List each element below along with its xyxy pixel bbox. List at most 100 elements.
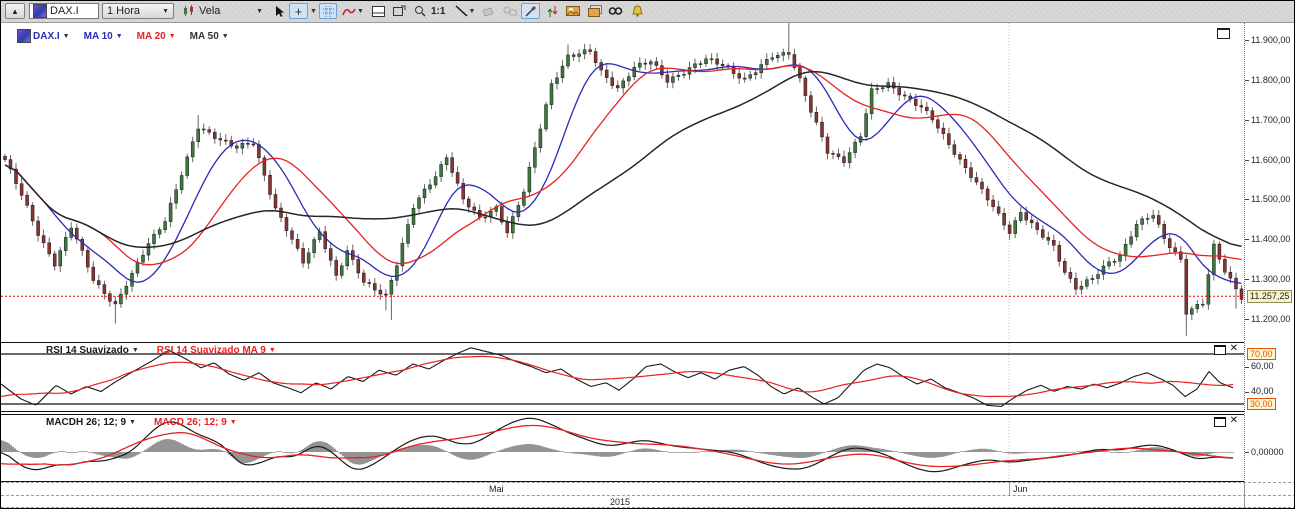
line-tools-button[interactable]: ▼: [453, 3, 477, 19]
rsi-legend[interactable]: RSI 14 Suavizado▼: [46, 345, 139, 356]
panel-layout-button[interactable]: [369, 3, 387, 19]
legend-instrument-label: DAX.I: [33, 31, 60, 42]
rsi-ma-legend[interactable]: RSI 14 Suavizado MA 9▼: [157, 345, 276, 356]
eraser-icon: [483, 6, 496, 17]
chevron-down-icon: ▼: [230, 419, 237, 426]
price-tick-label: 11.900,00: [1251, 35, 1290, 45]
macd-legend[interactable]: MACD 26; 12; 9▼: [154, 417, 237, 428]
axis-tick-mark: [1245, 120, 1249, 121]
chevron-down-icon: ▼: [63, 33, 70, 40]
collapse-toolbar-button[interactable]: ▲: [5, 3, 25, 19]
rsi-line: [1, 348, 1233, 407]
crosshair-options-button[interactable]: ▼: [309, 3, 317, 19]
price-tick-label: 11.200,00: [1251, 314, 1290, 324]
legend-ma50[interactable]: MA 50▼: [190, 31, 229, 42]
chart-type-select[interactable]: Vela ▼: [179, 3, 267, 19]
last-price-tag: 11.257,25: [1247, 290, 1292, 303]
ma-line-20: [5, 66, 1242, 265]
legend-ma20[interactable]: MA 20▼: [137, 31, 176, 42]
time-axis-year-row: 2015: [1, 495, 1295, 508]
price-tick-label: 11.800,00: [1251, 75, 1290, 85]
price-axis[interactable]: 11.900,0011.800,0011.700,0011.600,0011.5…: [1244, 23, 1295, 482]
link-icon: [608, 6, 623, 16]
rsi-level-label: 30,00: [1247, 398, 1276, 410]
macd-panel[interactable]: MACDH 26; 12; 9▼ MACD 26; 12; 9▼ ✕: [1, 414, 1244, 482]
copy-image-button[interactable]: [586, 3, 603, 19]
year-label: 2015: [610, 497, 630, 507]
month-label: Mai: [489, 484, 504, 494]
chevron-down-icon: ▼: [269, 347, 276, 354]
bell-icon: [632, 5, 643, 17]
legend-ma50-label: MA 50: [190, 31, 219, 42]
pointer-tool-button[interactable]: [271, 3, 288, 19]
chart-type-value: Vela: [199, 5, 220, 17]
grid-toggle-button[interactable]: [319, 3, 337, 19]
crosshair-icon: +: [295, 4, 303, 19]
axis-tick-mark: [1245, 367, 1249, 368]
chevron-down-icon: ▼: [222, 33, 229, 40]
chart-window: ▲ DAX.I 1 Hora ▼ Vela ▼ + ▼ ▼: [0, 0, 1295, 509]
eraser-button[interactable]: [481, 3, 498, 19]
crosshair-tool-button[interactable]: +: [289, 3, 308, 19]
main-chart-panel[interactable]: DAX.I▼ MA 10▼ MA 20▼ MA 50▼: [1, 23, 1244, 341]
toolbar: ▲ DAX.I 1 Hora ▼ Vela ▼ + ▼ ▼: [1, 1, 1294, 23]
ma-line-50: [5, 72, 1242, 248]
macd-zero-label: 0,00000: [1251, 447, 1284, 457]
panel-layout-icon: [372, 6, 385, 17]
time-axis[interactable]: MaiJun 2015: [1, 482, 1295, 508]
shapes-icon: [503, 5, 517, 17]
chevron-down-icon: ▼: [169, 33, 176, 40]
legend-instrument[interactable]: DAX.I▼: [17, 29, 70, 43]
candle-wicks: [5, 23, 1242, 336]
macd-signal-line: [1, 426, 1233, 467]
legend-ma20-label: MA 20: [137, 31, 166, 42]
axis-tick-mark: [1245, 319, 1249, 320]
restore-window-icon[interactable]: [1217, 28, 1230, 39]
axis-tick-mark: [1245, 199, 1249, 200]
link-button[interactable]: [607, 3, 624, 19]
macd-legend-label: MACD 26; 12; 9: [154, 417, 227, 428]
shapes-button[interactable]: [501, 3, 518, 19]
legend-ma10[interactable]: MA 10▼: [84, 31, 123, 42]
axis-tick-mark: [1245, 40, 1249, 41]
indicators-icon: [342, 6, 356, 17]
measure-tool-button[interactable]: [521, 3, 540, 19]
alert-button[interactable]: [629, 3, 646, 19]
indicators-button[interactable]: ▼: [341, 3, 365, 19]
up-arrow-icon: ▲: [11, 7, 19, 16]
rsi-level-label: 40,00: [1251, 386, 1274, 396]
chevron-down-icon: ▼: [162, 8, 169, 15]
close-panel-icon[interactable]: ✕: [1230, 417, 1238, 427]
legend-ma10-label: MA 10: [84, 31, 113, 42]
instrument-icon: [17, 29, 31, 43]
timeframe-select[interactable]: 1 Hora ▼: [102, 3, 174, 19]
candlestick-chart: [1, 23, 1244, 341]
close-panel-icon[interactable]: ✕: [1230, 345, 1238, 355]
chevron-down-icon: ▼: [116, 33, 123, 40]
timeframe-value: 1 Hora: [107, 5, 140, 17]
zoom-area-button[interactable]: [390, 3, 408, 19]
axis-tick-mark: [1245, 239, 1249, 240]
rsi-ma-line: [1, 356, 1233, 396]
magnifier-icon: [414, 5, 426, 17]
zoom-button[interactable]: [411, 3, 429, 19]
maximize-panel-icon[interactable]: [1214, 345, 1226, 355]
rsi-panel[interactable]: RSI 14 Suavizado▼ RSI 14 Suavizado MA 9▼…: [1, 342, 1244, 412]
macd-histogram: [1, 439, 1233, 465]
save-image-button[interactable]: [564, 3, 581, 19]
maximize-panel-icon[interactable]: [1214, 417, 1226, 427]
axis-tick-mark: [1245, 279, 1249, 280]
up-down-arrows-icon: [546, 5, 559, 18]
symbol-input[interactable]: DAX.I: [29, 3, 99, 19]
axis-tick-mark: [1245, 80, 1249, 81]
one-to-one-label: 1:1: [431, 6, 445, 17]
compare-button[interactable]: [544, 3, 561, 19]
axis-tick-mark: [1245, 160, 1249, 161]
macdh-legend[interactable]: MACDH 26; 12; 9▼: [46, 417, 136, 428]
chevron-down-icon: ▼: [129, 419, 136, 426]
copy-image-icon: [588, 5, 602, 17]
price-tick-label: 11.700,00: [1251, 115, 1290, 125]
one-to-one-button[interactable]: 1:1: [431, 3, 447, 19]
chevron-down-icon: ▼: [256, 8, 263, 15]
measure-arrow-icon: [524, 5, 537, 18]
